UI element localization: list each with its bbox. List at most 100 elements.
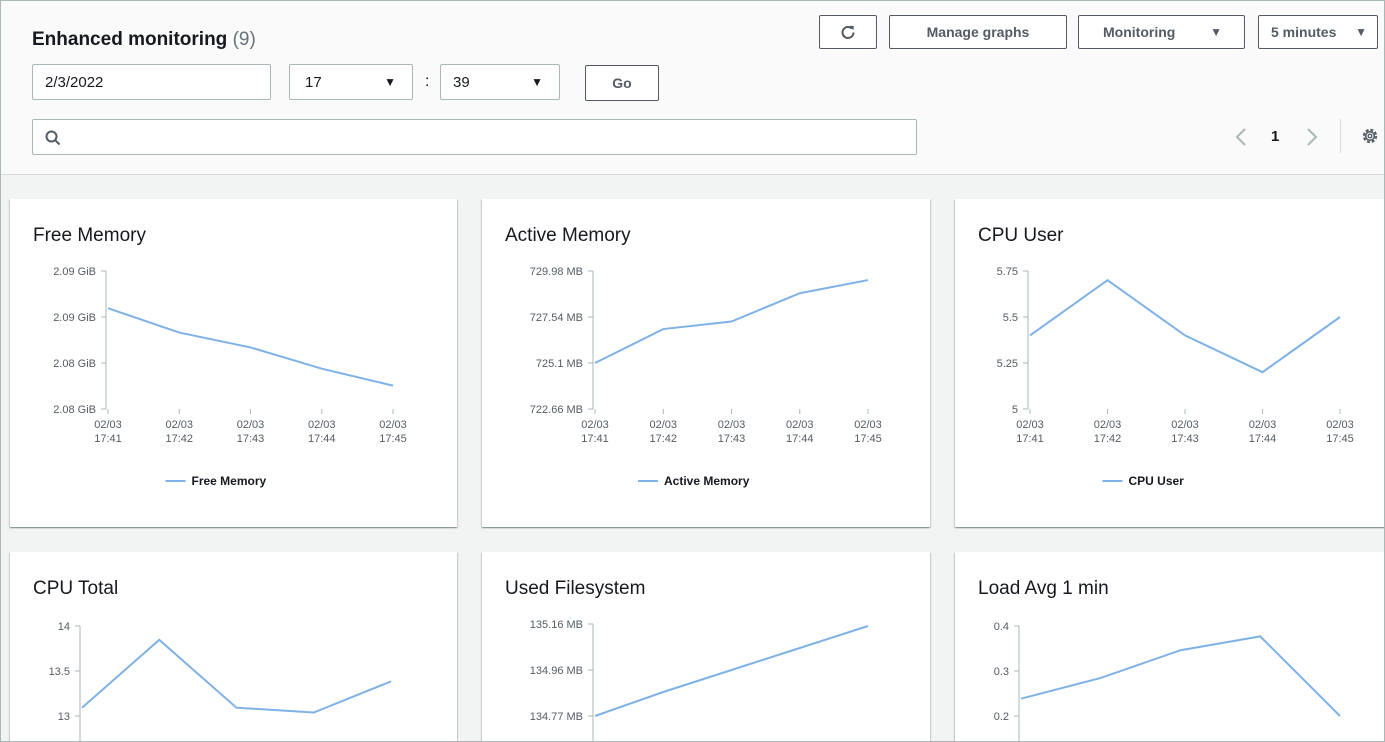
- y-tick-label: 2.08 GiB: [53, 358, 96, 370]
- x-tick-label: 17:43: [718, 433, 746, 445]
- x-tick-label: 17:45: [854, 433, 882, 445]
- chart-panel-free-memory: Free Memory 2.09 GiB 2.09 GiB 2.08 GiB 2.08…: [10, 199, 457, 527]
- x-tick-label: 02/03: [581, 419, 609, 431]
- y-tick-label: 0.4: [994, 621, 1009, 633]
- page-title-text: Enhanced monitoring: [32, 29, 228, 50]
- legend-label: Free Memory: [192, 474, 267, 488]
- series-line: [1029, 278, 1341, 374]
- series-line: [594, 625, 869, 717]
- x-tick-label: 02/03: [786, 419, 814, 431]
- x-tick-label: 17:43: [237, 433, 265, 445]
- y-tick-label: 13: [58, 711, 70, 723]
- page-title: Enhanced monitoring (9): [32, 29, 256, 51]
- y-tick-label: 5: [1012, 404, 1018, 416]
- y-tick-label: 13.5: [49, 666, 70, 678]
- x-tick-label: 17:45: [1326, 433, 1354, 445]
- legend-label: CPU User: [1129, 474, 1185, 488]
- chevron-left-icon[interactable]: [1235, 127, 1247, 147]
- x-tick-label: 02/03: [718, 419, 746, 431]
- monitoring-dropdown[interactable]: Monitoring ▼: [1078, 15, 1245, 49]
- interval-dropdown-label: 5 minutes: [1271, 24, 1337, 40]
- y-tick-label: 2.08 GiB: [53, 404, 96, 416]
- y-tick-label: 725.1 MB: [536, 358, 583, 370]
- load-avg-chart: 0.4 0.3 0.2: [994, 621, 1341, 741]
- x-tick-label: 02/03: [165, 419, 193, 431]
- caret-down-icon: ▼: [531, 75, 543, 89]
- y-tick-label: 2.09 GiB: [53, 266, 96, 278]
- divider: [1340, 119, 1341, 153]
- date-input-value: 2/3/2022: [45, 73, 104, 91]
- y-tick-label: 134.96 MB: [530, 665, 583, 677]
- time-separator: :: [425, 73, 430, 90]
- minute-select-value: 39: [453, 73, 470, 91]
- chart-panel-cpu-total: CPU Total 14 13.5 13: [10, 552, 457, 741]
- x-tick-label: 17:41: [94, 433, 122, 445]
- legend-label: Active Memory: [664, 474, 750, 488]
- minute-select[interactable]: 39 ▼: [440, 64, 560, 100]
- x-tick-label: 17:42: [1094, 433, 1122, 445]
- enhanced-monitoring-page: Enhanced monitoring (9) Manage graphs Mo…: [0, 0, 1385, 742]
- x-tick-label: 02/03: [379, 419, 407, 431]
- y-tick-label: 729.98 MB: [530, 266, 583, 278]
- caret-down-icon: ▼: [1210, 25, 1222, 39]
- series-line: [1020, 635, 1341, 717]
- x-tick-label: 17:44: [786, 433, 814, 445]
- search-icon: [45, 130, 61, 146]
- active-memory-chart: 729.98 MB 727.54 MB 725.1 MB 722.66 MB 02/03…: [530, 266, 882, 488]
- y-tick-label: 2.09 GiB: [53, 312, 96, 324]
- chart-panel-cpu-user: CPU User 5.75 5.5 5.25 5 02/03 17:41 02/03 17:4…: [955, 199, 1384, 527]
- y-tick-label: 14: [58, 621, 70, 633]
- chart-panel-active-memory: Active Memory 729.98 MB 727.54 MB 725.1 MB…: [482, 199, 930, 527]
- x-tick-label: 02/03: [1326, 419, 1354, 431]
- x-tick-label: 17:43: [1171, 433, 1199, 445]
- gear-icon[interactable]: [1361, 127, 1379, 145]
- current-page[interactable]: 1: [1271, 128, 1279, 145]
- x-tick-label: 17:44: [1249, 433, 1277, 445]
- caret-down-icon: ▼: [384, 75, 396, 89]
- interval-dropdown[interactable]: 5 minutes ▼: [1258, 15, 1378, 49]
- y-tick-label: 5.25: [997, 358, 1018, 370]
- page-header: Enhanced monitoring (9) Manage graphs Mo…: [1, 1, 1384, 175]
- y-tick-label: 134.77 MB: [530, 711, 583, 723]
- y-tick-label: 5.5: [1003, 312, 1018, 324]
- x-tick-label: 17:41: [1016, 433, 1044, 445]
- cpu-total-chart: 14 13.5 13: [49, 621, 392, 741]
- hour-select[interactable]: 17 ▼: [289, 64, 413, 100]
- series-line: [81, 638, 392, 714]
- search-input[interactable]: [32, 119, 917, 155]
- free-memory-chart: 2.09 GiB 2.09 GiB 2.08 GiB 2.08 GiB 02/03 17:…: [53, 266, 407, 488]
- caret-down-icon: ▼: [1355, 25, 1367, 39]
- y-tick-label: 727.54 MB: [530, 312, 583, 324]
- metric-count: (9): [232, 29, 256, 50]
- y-tick-label: 722.66 MB: [530, 404, 583, 416]
- chart-panel-load-avg: Load Avg 1 min 0.4 0.3 0.2: [955, 552, 1384, 741]
- x-tick-label: 17:45: [379, 433, 407, 445]
- y-tick-label: 0.2: [994, 711, 1009, 723]
- manage-graphs-button[interactable]: Manage graphs: [889, 15, 1067, 49]
- x-tick-label: 02/03: [854, 419, 882, 431]
- y-tick-label: 0.3: [994, 666, 1009, 678]
- x-tick-label: 17:44: [308, 433, 336, 445]
- x-tick-label: 17:42: [165, 433, 193, 445]
- x-tick-label: 02/03: [308, 419, 336, 431]
- x-tick-label: 02/03: [1171, 419, 1199, 431]
- used-filesystem-chart: 135.16 MB 134.96 MB 134.77 MB: [530, 619, 869, 741]
- refresh-button[interactable]: [819, 15, 877, 49]
- x-tick-label: 02/03: [1016, 419, 1044, 431]
- refresh-icon: [841, 25, 855, 39]
- x-tick-label: 02/03: [237, 419, 265, 431]
- monitoring-dropdown-label: Monitoring: [1103, 24, 1176, 40]
- go-button[interactable]: Go: [585, 65, 659, 101]
- cpu-user-chart: 5.75 5.5 5.25 5 02/03 17:41 02/03 17:42 02/03 17:…: [997, 266, 1354, 488]
- x-tick-label: 02/03: [1249, 419, 1277, 431]
- x-tick-label: 17:42: [649, 433, 677, 445]
- x-tick-label: 02/03: [94, 419, 122, 431]
- series-line: [107, 307, 394, 387]
- date-input[interactable]: 2/3/2022: [32, 64, 271, 100]
- y-tick-label: 135.16 MB: [530, 619, 583, 631]
- chart-panel-used-filesystem: Used Filesystem 135.16 MB 134.96 MB 134.77…: [482, 552, 930, 741]
- hour-select-value: 17: [305, 73, 322, 91]
- chevron-right-icon[interactable]: [1306, 127, 1318, 147]
- x-tick-label: 02/03: [1094, 419, 1122, 431]
- x-tick-label: 17:41: [581, 433, 609, 445]
